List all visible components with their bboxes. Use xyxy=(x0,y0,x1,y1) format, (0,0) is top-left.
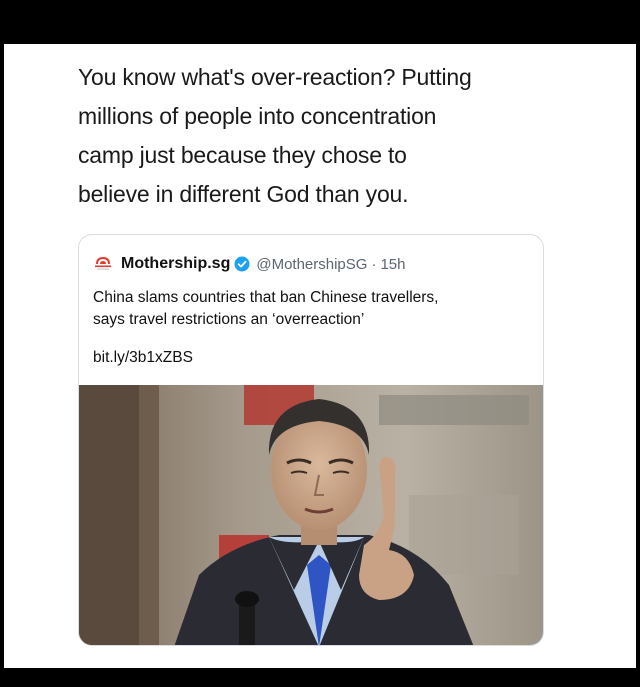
tweet-text-line: millions of people into concentration xyxy=(78,103,437,129)
short-link[interactable]: bit.ly/3b1xZBS xyxy=(93,349,193,367)
mothership-logo-icon xyxy=(93,254,113,274)
display-name[interactable]: Mothership.sg xyxy=(121,255,230,273)
separator-dot: · xyxy=(371,255,377,273)
timestamp[interactable]: 15h xyxy=(380,256,405,273)
quoted-tweet-card[interactable]: Mothership.sg @MothershipSG · 15h China … xyxy=(78,234,544,646)
tweet-text: You know what's over-reaction? Putting m… xyxy=(78,58,548,214)
handle[interactable]: @MothershipSG xyxy=(256,256,367,273)
quoted-tweet-header: Mothership.sg @MothershipSG · 15h xyxy=(93,253,405,275)
tweet-text-line: You know what's over-reaction? Putting xyxy=(78,64,472,90)
quoted-tweet-headline: China slams countries that ban Chinese t… xyxy=(93,287,533,331)
headline-line: China slams countries that ban Chinese t… xyxy=(93,289,439,306)
verified-badge-icon xyxy=(234,256,250,272)
tweet-text-line: camp just because they chose to xyxy=(78,142,407,168)
screenshot-frame: You know what's over-reaction? Putting m… xyxy=(4,44,636,668)
man-pointing-photo[interactable] xyxy=(79,385,543,645)
tweet-text-line: believe in different God than you. xyxy=(78,181,409,207)
headline-line: says travel restrictions an ‘overreactio… xyxy=(93,311,365,328)
